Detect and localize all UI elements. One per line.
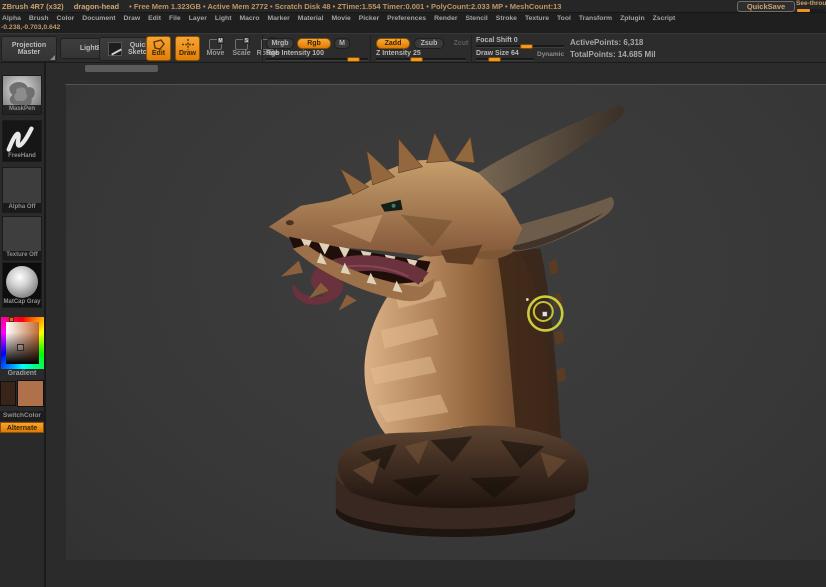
scale-gyro-icon: S (235, 37, 250, 51)
move-label: Move (206, 50, 225, 58)
rgb-intensity-handle[interactable] (346, 57, 360, 62)
move-badge: M (217, 37, 224, 45)
projection-master-button[interactable]: Projection Master (1, 36, 57, 62)
m-button[interactable]: M (334, 38, 350, 49)
move-mode-button[interactable]: M Move (203, 36, 228, 61)
texture-name-label: Texture Off (3, 251, 41, 260)
menu-item-document[interactable]: Document (81, 15, 116, 22)
color-cursor (17, 343, 25, 351)
color-picker[interactable] (1, 317, 44, 369)
see-through-label: See-through (796, 0, 826, 7)
menu-bar: Alpha Brush Color Document Draw Edit File Layer… (0, 13, 826, 33)
menu-item-marker[interactable]: Marker (266, 15, 290, 22)
menu-item-texture[interactable]: Texture (524, 15, 550, 22)
alpha-name-label: Alpha Off (3, 203, 41, 212)
focal-shift-label: Focal Shift 0 (476, 37, 518, 44)
quicksave-button[interactable]: QuickSave (737, 1, 795, 12)
canvas-scrollbar-handle[interactable] (85, 65, 158, 72)
dynamic-toggle[interactable]: Dynamic (537, 51, 564, 58)
draw-size-label: Draw Size 64 (476, 50, 519, 57)
menu-item-transform[interactable]: Transform (578, 15, 613, 22)
edit-label: Edit (151, 50, 166, 58)
draw-size-slider[interactable]: Draw Size 64 (476, 50, 534, 62)
saturation-value-square[interactable] (6, 322, 39, 364)
zadd-button[interactable]: Zadd (376, 38, 410, 49)
app-version-label: ZBrush 4R7 (x32) (2, 1, 64, 11)
see-through-handle[interactable] (797, 9, 810, 12)
canvas-area (46, 63, 826, 587)
mrgb-button[interactable]: Mrgb (266, 38, 294, 49)
pencil-sketch-icon (107, 42, 122, 56)
left-shelf: MaskPen FreeHand Alpha Off Texture Off M… (0, 63, 46, 587)
draw-crosshair-icon (181, 39, 194, 51)
zsub-button[interactable]: Zsub (414, 38, 444, 49)
document-name-label: dragon-head (73, 1, 120, 11)
menu-item-preferences[interactable]: Preferences (386, 15, 427, 22)
active-points-readout: ActivePoints: 6,318 (570, 38, 644, 47)
menu-item-alpha[interactable]: Alpha (1, 15, 22, 22)
material-sphere-icon (6, 266, 38, 298)
cursor-position-readout: -0.238,-0.703,0.642 (1, 24, 61, 31)
current-texture-thumbnail[interactable]: Texture Off (2, 216, 42, 261)
menu-item-picker[interactable]: Picker (358, 15, 380, 22)
menu-item-stroke[interactable]: Stroke (495, 15, 518, 22)
move-gyro-icon: M (209, 37, 224, 51)
zbrush-window: MaskPen FreeHand Alpha Off Texture Off M… (0, 0, 826, 587)
corner-fold-icon (50, 55, 55, 60)
menu-item-macro[interactable]: Macro (238, 15, 260, 22)
title-bar: ZBrush 4R7 (x32) dragon-head • Free Mem … (0, 0, 826, 13)
current-stroke-thumbnail[interactable]: FreeHand (2, 120, 42, 162)
menubar-items: Alpha Brush Color Document Draw Edit File Layer… (0, 13, 826, 22)
edit-mode-button[interactable]: Edit (146, 36, 171, 61)
dragon-sculpture (268, 104, 624, 538)
menu-item-brush[interactable]: Brush (28, 15, 50, 22)
draw-mode-button[interactable]: Draw (175, 36, 200, 61)
menu-item-file[interactable]: File (168, 15, 182, 22)
menu-item-layer[interactable]: Layer (188, 15, 208, 22)
top-toolbar: Projection Master LightBox Quick Sketch … (0, 33, 826, 63)
alternate-button[interactable]: Alternate (0, 422, 44, 433)
z-intensity-slider[interactable]: Z Intensity 25 (376, 50, 466, 62)
memory-stats-readout: • Free Mem 1.323GB • Active Mem 2772 • S… (129, 1, 562, 11)
menu-item-zscript[interactable]: Zscript (652, 15, 677, 22)
scale-label: Scale (232, 50, 251, 58)
menu-item-draw[interactable]: Draw (123, 15, 142, 22)
main-color-swatch[interactable] (17, 380, 44, 407)
brush-name-label: MaskPen (3, 105, 41, 114)
menu-item-stencil[interactable]: Stencil (465, 15, 489, 22)
edit-polygon-icon (152, 39, 165, 51)
menu-item-movie[interactable]: Movie (330, 15, 351, 22)
menu-item-edit[interactable]: Edit (147, 15, 162, 22)
draw-label: Draw (178, 50, 197, 58)
draw-size-handle[interactable] (487, 57, 501, 62)
current-material-thumbnail[interactable]: MatCap Gray (2, 262, 42, 308)
scale-badge: S (243, 37, 250, 45)
scale-mode-button[interactable]: S Scale (229, 36, 254, 61)
menu-item-color[interactable]: Color (56, 15, 76, 22)
focal-shift-slider[interactable]: Focal Shift 0 (476, 37, 564, 49)
sculpt-canvas[interactable] (65, 84, 826, 560)
rgb-intensity-slider[interactable]: Rgb Intensity 100 (266, 50, 368, 62)
brush-cursor (527, 295, 564, 332)
current-brush-thumbnail[interactable]: MaskPen (2, 75, 42, 115)
focal-shift-handle[interactable] (520, 44, 534, 49)
rgb-button[interactable]: Rgb (297, 38, 331, 49)
gradient-label[interactable]: Gradient (0, 370, 44, 377)
current-alpha-thumbnail[interactable]: Alpha Off (2, 167, 42, 213)
menu-item-zplugin[interactable]: Zplugin (619, 15, 646, 22)
see-through-slider[interactable]: See-through (796, 0, 826, 13)
switchcolor-button[interactable]: SwitchColor (0, 411, 44, 421)
menu-item-tool[interactable]: Tool (556, 15, 572, 22)
menu-item-material[interactable]: Material (297, 15, 325, 22)
rgb-intensity-label: Rgb Intensity 100 (266, 50, 324, 57)
z-intensity-handle[interactable] (410, 57, 424, 62)
stroke-name-label: FreeHand (3, 152, 41, 161)
secondary-color-swatch[interactable] (0, 381, 16, 406)
menu-item-render[interactable]: Render (433, 15, 458, 22)
menu-item-light[interactable]: Light (214, 15, 233, 22)
total-points-readout: TotalPoints: 14.685 Mil (570, 50, 656, 59)
material-name-label: MatCap Gray (3, 298, 41, 307)
z-intensity-label: Z Intensity 25 (376, 50, 421, 57)
projection-master-label: Projection Master (11, 41, 47, 57)
